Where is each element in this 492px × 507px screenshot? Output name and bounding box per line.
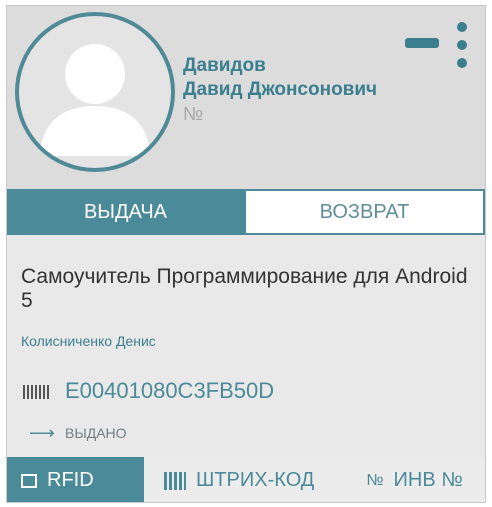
- mode-inventory-label: ИНВ №: [393, 469, 463, 491]
- card-header: Давидов Давид Джонсонович №: [7, 6, 485, 189]
- mode-barcode[interactable]: ШТРИХ-КОД: [144, 457, 344, 502]
- mode-rfid[interactable]: RFID: [7, 457, 144, 502]
- mode-inventory-number[interactable]: № ИНВ №: [344, 457, 485, 502]
- reader-number: №: [183, 104, 204, 125]
- scan-mode-bar: RFID ШТРИХ-КОД № ИНВ №: [7, 457, 485, 502]
- reader-name: Давидов Давид Джонсонович: [183, 54, 377, 102]
- loan-card: Давидов Давид Джонсонович № ВЫДАЧА ВОЗВР…: [6, 5, 486, 503]
- loan-status: ВЫДАНО: [65, 425, 127, 441]
- rfid-icon: [21, 473, 37, 488]
- user-silhouette-icon: [39, 44, 151, 156]
- tab-return[interactable]: ВОЗВРАТ: [244, 189, 485, 235]
- reader-full-name: Давид Джонсонович: [183, 79, 378, 100]
- tag-id: E00401080C3FB50D: [65, 378, 275, 403]
- barcode-icon: [164, 471, 186, 490]
- barcode-icon: [23, 385, 49, 399]
- book-title: Самоучитель Программирование для Android…: [21, 265, 468, 312]
- avatar[interactable]: [15, 12, 175, 172]
- mode-rfid-label: RFID: [47, 469, 94, 491]
- vertical-dots-icon[interactable]: [455, 22, 469, 68]
- mode-barcode-label: ШТРИХ-КОД: [196, 469, 315, 491]
- arrow-right-icon: ⟶: [29, 423, 55, 443]
- number-sign-icon: №: [366, 471, 384, 489]
- reader-last-name: Давидов: [183, 55, 266, 76]
- minus-icon[interactable]: [405, 38, 439, 48]
- tab-issue[interactable]: ВЫДАЧА: [7, 189, 244, 235]
- book-info: Самоучитель Программирование для Android…: [7, 235, 485, 457]
- book-author: Колисниченко Денис: [21, 333, 156, 349]
- operation-tabs: ВЫДАЧА ВОЗВРАТ: [7, 189, 485, 235]
